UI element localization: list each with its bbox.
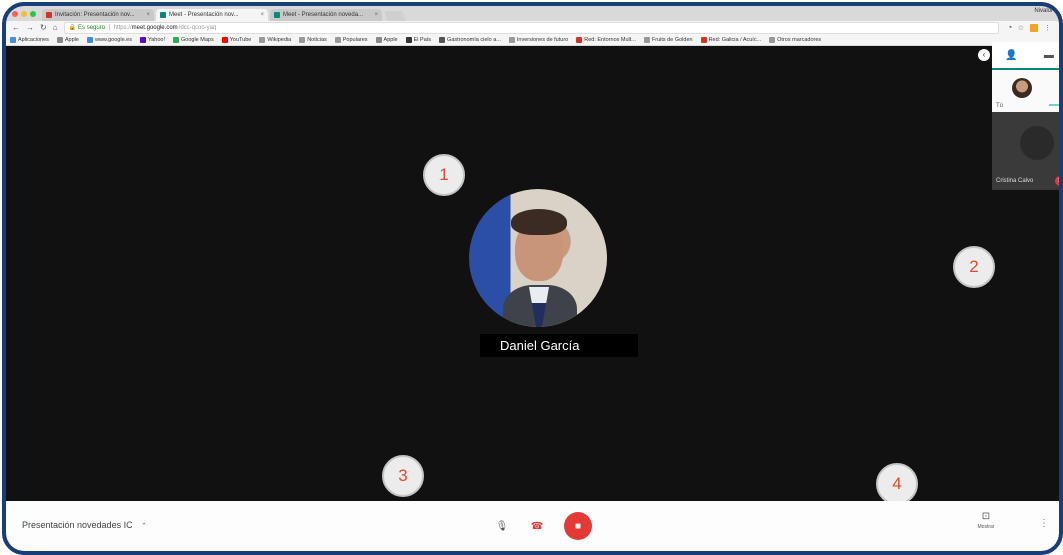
site-icon	[576, 36, 583, 43]
browser-tab-meet[interactable]: Meet - Presentación noveda... ×	[270, 9, 382, 21]
youtube-icon	[221, 36, 228, 43]
audio-level-indicator	[1049, 104, 1059, 106]
people-tab-icon[interactable]: 👤	[1005, 50, 1017, 61]
yahoo-icon	[139, 36, 146, 43]
participants-panel: 👤 ▬ Tú Cristina Calvo ✕	[992, 42, 1059, 190]
callout-3: 3	[382, 455, 424, 497]
lock-icon: 🔒	[68, 25, 77, 31]
menu-kebab-icon[interactable]: ⋮	[1044, 24, 1051, 32]
present-label: Mostrar	[977, 524, 995, 530]
gmail-icon	[46, 12, 52, 18]
folder-icon	[508, 36, 515, 43]
minimize-window-button[interactable]	[21, 11, 27, 17]
close-tab-icon[interactable]: ×	[374, 12, 378, 18]
close-window-button[interactable]	[12, 11, 18, 17]
apple-icon	[56, 36, 63, 43]
site-icon	[700, 36, 707, 43]
reload-icon[interactable]: ↻	[40, 23, 47, 32]
more-options-icon[interactable]: ⋮	[1039, 518, 1049, 529]
bookmark-item[interactable]: Noticias	[299, 36, 327, 43]
bookmark-item[interactable]: Red: Galicia / Acuíc...	[700, 36, 761, 43]
participant-tile[interactable]: Cristina Calvo ✕	[992, 112, 1059, 190]
participant-avatar	[469, 189, 607, 327]
google-icon	[86, 36, 93, 43]
apps-icon	[10, 36, 16, 43]
collapse-panel-icon[interactable]: ‹	[978, 49, 990, 61]
apple-icon	[375, 36, 382, 43]
bookmarks-bar: Aplicaciones Apple www.google.es Yahoo! …	[6, 34, 1059, 46]
callout-2: 2	[953, 246, 995, 288]
self-tile[interactable]: Tú	[992, 70, 1059, 112]
forward-icon[interactable]: →	[26, 23, 34, 32]
mic-muted-icon: ✕	[1055, 176, 1059, 186]
present-now-button[interactable]: ⊡ Mostrar	[971, 511, 1001, 530]
star-icon[interactable]: ☆	[1018, 24, 1024, 32]
bookmark-item[interactable]: Fruits de Golden	[643, 36, 693, 43]
camera-permission-icon[interactable]: ▪	[1009, 24, 1011, 32]
browser-tab-invitation[interactable]: Invitación: Presentación nov... ×	[42, 9, 154, 21]
chat-tab-icon[interactable]: ▬	[1044, 50, 1054, 61]
bookmark-item[interactable]: Wikipedia	[259, 36, 291, 43]
self-avatar	[1012, 78, 1032, 98]
bookmark-item[interactable]: Gastronomía cielo a...	[439, 36, 501, 43]
wikipedia-icon	[259, 36, 266, 43]
bookmark-item[interactable]: Populares	[334, 36, 368, 43]
extension-icon[interactable]	[1030, 23, 1038, 32]
bookmark-item[interactable]: Red: Entornos Mult...	[576, 36, 636, 43]
site-icon	[439, 36, 446, 43]
secure-label: Es seguro	[78, 24, 106, 31]
callout-4: 4	[876, 463, 918, 505]
folder-icon	[769, 36, 776, 43]
bookmark-item[interactable]: Yahoo!	[139, 36, 165, 43]
new-tab-button[interactable]	[384, 11, 406, 21]
chevron-up-icon: ⌃	[141, 523, 147, 530]
address-bar[interactable]: 🔒 Es seguro | https:// meet.google.com /…	[63, 21, 1000, 34]
elpais-icon	[405, 36, 412, 43]
meet-icon	[274, 12, 280, 18]
meeting-controls-bar: Presentación novedades IC ⌃ 🎙 ☎ ■ ⊡ Most…	[6, 501, 1059, 551]
participant-avatar-placeholder	[1020, 126, 1054, 160]
meet-icon	[160, 12, 166, 18]
bookmark-item[interactable]: Aplicaciones	[10, 36, 49, 43]
maps-icon	[173, 36, 179, 43]
bookmark-item[interactable]: El País	[405, 36, 431, 43]
self-label: Tú	[996, 103, 1004, 109]
camera-toggle-button[interactable]: ■	[564, 512, 592, 540]
folder-icon	[334, 36, 341, 43]
end-call-button[interactable]: ☎	[524, 513, 550, 539]
bookmark-item[interactable]: Otros marcadores	[769, 36, 821, 43]
close-tab-icon[interactable]: ×	[260, 12, 264, 18]
folder-icon	[643, 36, 650, 43]
close-tab-icon[interactable]: ×	[146, 12, 150, 18]
panel-tabs: 👤 ▬	[992, 42, 1059, 70]
window-controls	[12, 11, 36, 17]
back-icon[interactable]: ←	[12, 23, 20, 32]
meeting-title: Presentación novedades IC	[22, 520, 133, 530]
url-scheme: https://	[113, 24, 132, 31]
mic-toggle-button[interactable]: 🎙	[489, 513, 515, 539]
bookmark-item[interactable]: Google Maps	[173, 36, 214, 43]
browser-tab-meet-active[interactable]: Meet - Presentación nov... ×	[156, 9, 268, 21]
profile-name[interactable]: Nivalor	[1034, 8, 1053, 14]
meeting-details-button[interactable]: Presentación novedades IC ⌃	[22, 520, 147, 530]
folder-icon	[299, 36, 306, 43]
bookmark-item[interactable]: Apple	[375, 36, 398, 43]
url-host: meet.google.com	[131, 24, 178, 31]
participant-tile-label: Cristina Calvo	[996, 178, 1034, 184]
bookmark-item[interactable]: www.google.es	[86, 36, 132, 43]
extensions: ▪ ☆ ⋮	[1009, 23, 1051, 32]
bookmark-item[interactable]: Apple	[56, 36, 79, 43]
bookmark-item[interactable]: Inversiones de futuro	[508, 36, 568, 43]
browser-tab-bar: Invitación: Presentación nov... × Meet -…	[6, 6, 1059, 21]
address-toolbar: ← → ↻ ⌂ 🔒 Es seguro | https:// meet.goog…	[6, 21, 1059, 34]
maximize-window-button[interactable]	[30, 11, 36, 17]
participant-name: Daniel García	[480, 334, 638, 357]
bookmark-item[interactable]: YouTube	[221, 36, 251, 43]
url-path: /dcc-qcoo-yaq	[178, 24, 217, 31]
callout-1: 1	[423, 154, 465, 196]
present-screen-icon: ⊡	[981, 511, 991, 522]
home-icon[interactable]: ⌂	[53, 23, 58, 32]
window-frame: Invitación: Presentación nov... × Meet -…	[2, 2, 1063, 555]
